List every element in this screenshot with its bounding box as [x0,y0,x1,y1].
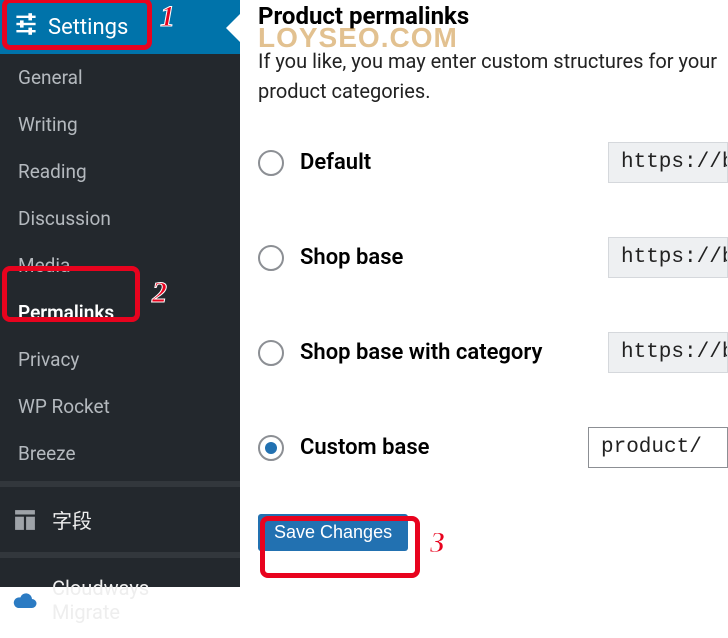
submenu-writing[interactable]: Writing [0,101,240,148]
radio-custom-label: Custom base [300,435,429,460]
menu-section-fields-label: 字段 [52,505,92,534]
menu-separator [0,552,240,558]
submenu-permalinks[interactable]: Permalinks [0,289,240,336]
custom-base-input[interactable] [588,427,728,468]
radio-shopbase-cat-label: Shop base with category [300,340,542,365]
submenu-general[interactable]: General [0,54,240,101]
menu-top-label: Settings [48,15,128,40]
submenu-privacy[interactable]: Privacy [0,336,240,383]
permalink-option-custom: Custom base [258,427,728,468]
url-preview-shopbase: https://b2b [608,237,728,278]
save-changes-button[interactable]: Save Changes [258,514,408,551]
submenu-reading[interactable]: Reading [0,148,240,195]
submenu-breeze[interactable]: Breeze [0,430,240,477]
radio-default-label: Default [300,150,371,175]
url-preview-default: https://b2b [608,142,728,183]
menu-section-cloudways[interactable]: Cloudways Migrate [0,562,240,638]
submenu-discussion[interactable]: Discussion [0,195,240,242]
radio-default[interactable] [258,150,284,176]
radio-custom[interactable] [258,435,284,461]
layout-icon [12,509,38,531]
section-heading: Product permalinks [258,2,728,30]
permalink-option-default: Default https://b2b [258,142,728,183]
menu-top-settings[interactable]: Settings [0,0,240,54]
main-content: LOYSEO.COM Product permalinks If you lik… [240,0,728,587]
cloud-icon [12,592,38,608]
radio-shopbase-cat[interactable] [258,340,284,366]
admin-sidebar: Settings General Writing Reading Discuss… [0,0,240,587]
settings-submenu: General Writing Reading Discussion Media… [0,54,240,477]
radio-shopbase[interactable] [258,245,284,271]
permalink-option-shopbase-cat: Shop base with category https://b2b [258,332,728,373]
sliders-icon [14,12,38,42]
url-preview-shopbase-cat: https://b2b [608,332,728,373]
active-menu-arrow-icon [226,14,240,42]
radio-shopbase-label: Shop base [300,245,403,270]
menu-section-fields[interactable]: 字段 [0,491,240,548]
submenu-wp-rocket[interactable]: WP Rocket [0,383,240,430]
permalink-option-shopbase: Shop base https://b2b [258,237,728,278]
menu-separator [0,481,240,487]
section-intro: If you like, you may enter custom struct… [258,46,728,106]
submenu-media[interactable]: Media [0,242,240,289]
menu-section-cloud-label: Cloudways Migrate [52,576,149,624]
